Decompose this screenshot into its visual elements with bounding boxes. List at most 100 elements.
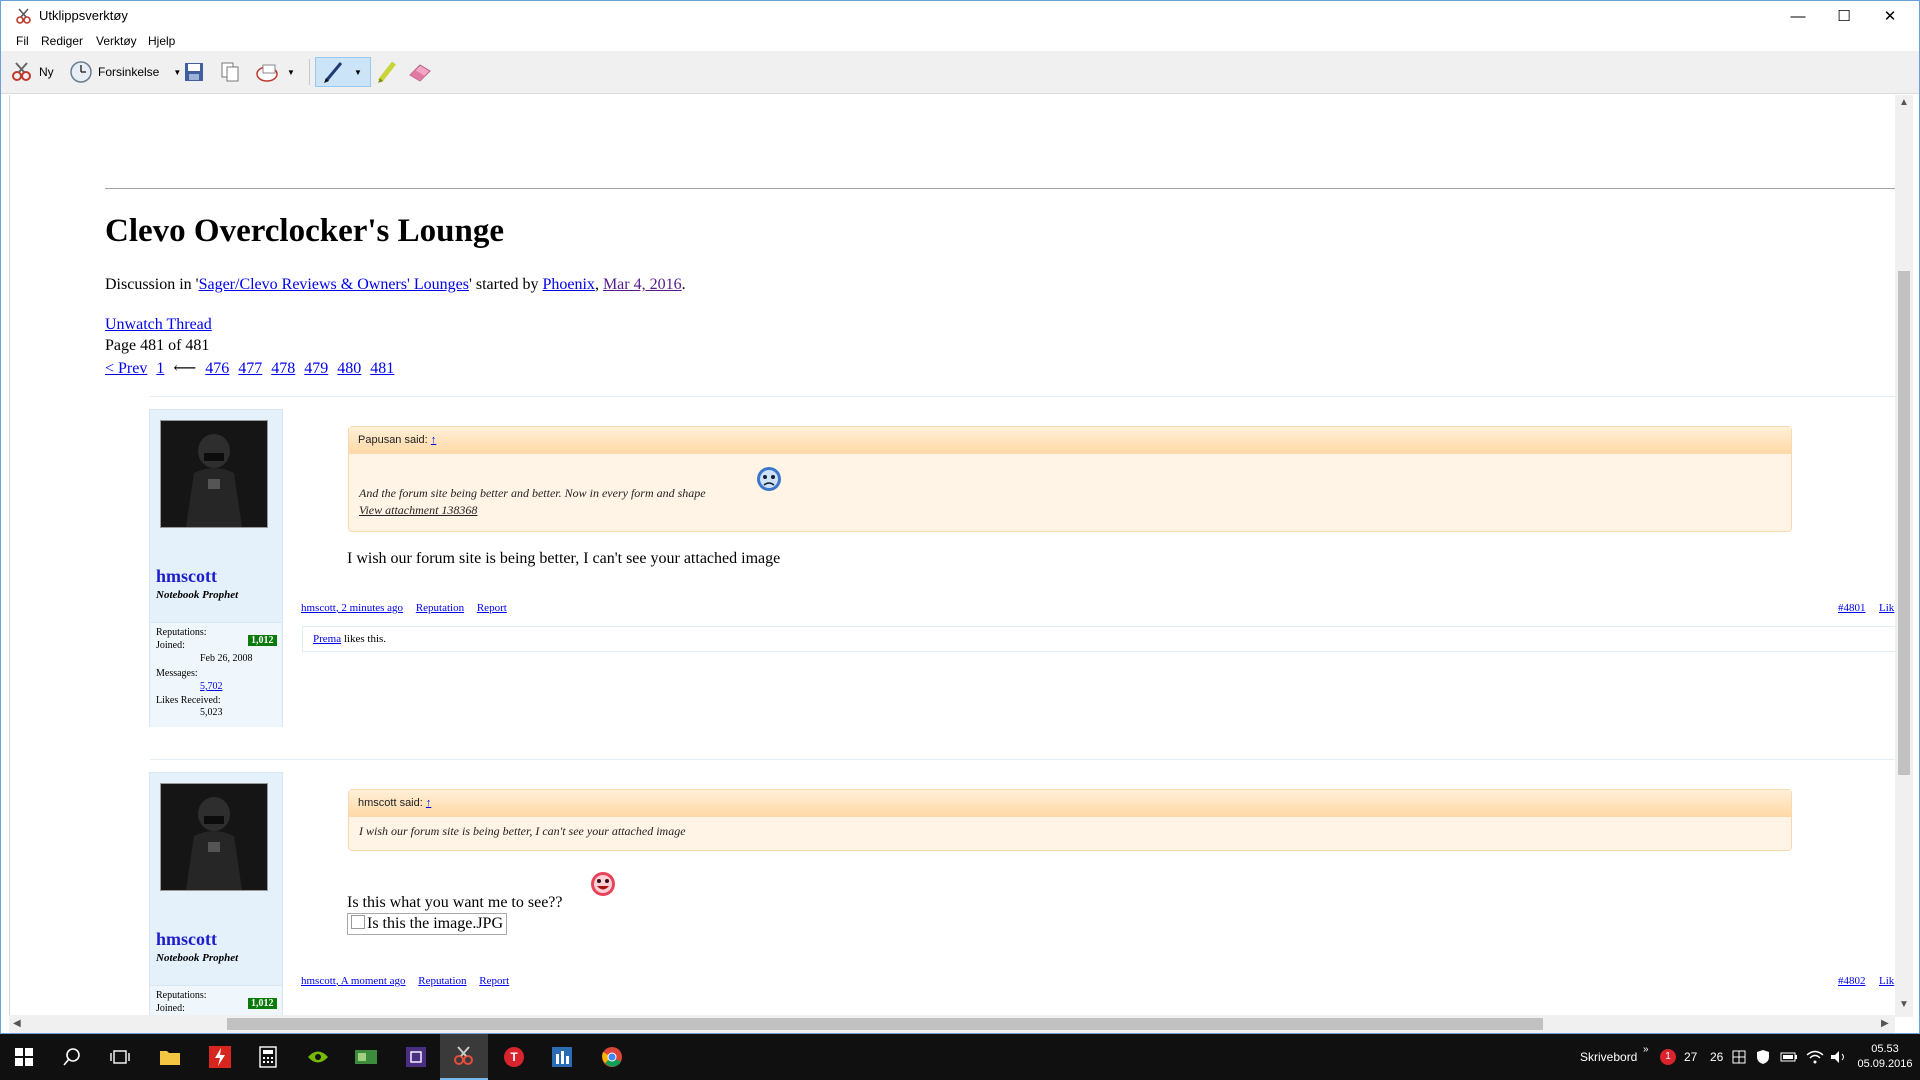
copy-button[interactable] — [219, 57, 241, 87]
scroll-up-icon[interactable]: ▲ — [1899, 97, 1909, 108]
scroll-left-icon[interactable]: ◀ — [13, 1018, 21, 1029]
maximize-button[interactable]: ☐ — [1821, 1, 1867, 31]
username-link[interactable]: hmscott — [156, 929, 217, 950]
cpu-icon — [406, 1047, 426, 1067]
post-author-link[interactable]: hmscott — [301, 975, 336, 987]
monitor-app-button[interactable] — [538, 1034, 586, 1080]
messages-link[interactable]: 5,702 — [200, 681, 223, 692]
save-button[interactable] — [183, 57, 205, 87]
reputation-badge: 1,012 — [248, 998, 277, 1009]
page-link-477[interactable]: 477 — [238, 360, 262, 377]
chrome-button[interactable] — [588, 1034, 636, 1080]
close-button[interactable]: ✕ — [1867, 1, 1913, 31]
page-link-476[interactable]: 476 — [205, 360, 229, 377]
avatar[interactable] — [160, 783, 268, 891]
post-number-link[interactable]: #4801 — [1838, 602, 1866, 614]
liker-link[interactable]: Prema — [313, 633, 341, 645]
chevron-up-icon[interactable]: » — [1643, 1026, 1649, 1072]
gpu-tool-button[interactable] — [342, 1034, 390, 1080]
new-snip-label: Ny — [39, 65, 54, 79]
date-link[interactable]: Mar 4, 2016 — [603, 276, 682, 293]
post-author-link[interactable]: hmscott — [301, 602, 336, 614]
reputation-link[interactable]: Reputation — [416, 602, 464, 614]
menu-hjelp[interactable]: Hjelp — [148, 34, 175, 48]
gpu-temp-value: 26 — [1710, 1050, 1724, 1064]
like-link[interactable]: Lik — [1879, 602, 1894, 614]
desktop-toolbar-label[interactable]: Skrivebord — [1580, 1034, 1637, 1080]
minimize-button[interactable]: — — [1775, 1, 1821, 31]
wifi-icon-button[interactable] — [1806, 1034, 1824, 1080]
scroll-down-icon[interactable]: ▼ — [1899, 999, 1909, 1010]
chevron-down-icon[interactable]: ▼ — [173, 68, 181, 77]
starter-link[interactable]: Phoenix — [542, 276, 594, 293]
joined-label: Joined: — [156, 1003, 185, 1014]
snipping-tool-taskbar-button[interactable] — [440, 1034, 488, 1080]
eraser-button[interactable] — [407, 57, 433, 87]
battery-icon-button[interactable] — [1780, 1034, 1798, 1080]
pen-button[interactable]: ▼ — [315, 57, 371, 87]
grid-icon — [1732, 1050, 1746, 1064]
menu-fil[interactable]: Fil — [16, 34, 29, 48]
vertical-scroll-thumb[interactable] — [1898, 271, 1910, 775]
forum-link[interactable]: Sager/Clevo Reviews & Owners' Lounges — [199, 276, 469, 293]
broken-image[interactable]: Is this the image.JPG — [347, 913, 507, 935]
post-time-link[interactable]: , 2 minutes ago — [336, 602, 403, 614]
throttlestop-button[interactable]: T — [490, 1034, 538, 1080]
report-link[interactable]: Report — [477, 602, 507, 614]
taskbar: T Skrivebord » 1 27 26 05.53 05.09.2016 — [0, 1034, 1920, 1080]
highlighter-button[interactable] — [375, 57, 399, 87]
page-link-1[interactable]: 1 — [156, 360, 164, 377]
page-link-479[interactable]: 479 — [304, 360, 328, 377]
defender-icon[interactable] — [1756, 1034, 1770, 1080]
title-bar[interactable]: Utklippsverktøy — ☐ ✕ — [1, 1, 1919, 31]
horizontal-scroll-thumb[interactable] — [227, 1018, 1543, 1030]
username-link[interactable]: hmscott — [156, 566, 217, 587]
volume-icon-button[interactable] — [1830, 1034, 1848, 1080]
menu-verktoy[interactable]: Verktøy — [96, 34, 137, 48]
avatar[interactable] — [160, 420, 268, 528]
vertical-scrollbar[interactable]: ▲ ▼ — [1895, 95, 1913, 1017]
volume-icon — [1831, 1051, 1844, 1063]
page-link-480[interactable]: 480 — [337, 360, 361, 377]
scroll-right-icon[interactable]: ▶ — [1881, 1018, 1889, 1029]
quote-block: hmscott said: ↑ I wish our forum site is… — [348, 789, 1792, 851]
send-snip-button[interactable]: ▼ — [255, 57, 295, 87]
flash-app-button[interactable] — [196, 1034, 244, 1080]
save-icon — [185, 63, 203, 81]
delay-button[interactable]: Forsinkelse ▼ — [69, 57, 181, 87]
clock[interactable]: 05.53 05.09.2016 — [1856, 1034, 1914, 1080]
pen-icon — [324, 62, 343, 83]
gpu-temp[interactable]: 26 — [1710, 1034, 1723, 1080]
eraser-icon — [409, 64, 431, 82]
cpu-tool-button[interactable] — [392, 1034, 440, 1080]
calculator-button[interactable] — [244, 1034, 292, 1080]
quote-jump-link[interactable]: ↑ — [426, 797, 432, 809]
file-explorer-button[interactable] — [146, 1034, 194, 1080]
start-button[interactable] — [0, 1034, 48, 1080]
like-link[interactable]: Lik — [1879, 975, 1894, 987]
prev-page-link[interactable]: < Prev — [105, 360, 147, 377]
menu-bar: Fil Rediger Verktøy Hjelp — [1, 31, 1919, 51]
horizontal-scrollbar[interactable]: ◀ ▶ — [9, 1015, 1895, 1033]
post-number-link[interactable]: #4802 — [1838, 975, 1866, 987]
new-snip-button[interactable]: Ny — [11, 57, 54, 87]
chevron-down-icon[interactable]: ▼ — [354, 68, 362, 77]
menu-rediger[interactable]: Rediger — [41, 34, 83, 48]
badge-count: 1 — [1660, 1049, 1676, 1065]
quote-jump-link[interactable]: ↑ — [431, 434, 437, 446]
quote-header: hmscott said: ↑ — [349, 790, 1791, 817]
task-view-button[interactable] — [96, 1034, 144, 1080]
page-link-478[interactable]: 478 — [271, 360, 295, 377]
page-link-481[interactable]: 481 — [370, 360, 394, 377]
notification-badge[interactable]: 1 — [1660, 1034, 1676, 1080]
unwatch-thread-link[interactable]: Unwatch Thread — [105, 316, 212, 334]
attachment-link[interactable]: View attachment 138368 — [349, 501, 1791, 518]
cpu-temp[interactable]: 27 — [1684, 1034, 1697, 1080]
report-link[interactable]: Report — [479, 975, 509, 987]
post-time-link[interactable]: , A moment ago — [336, 975, 406, 987]
chevron-down-icon[interactable]: ▼ — [287, 68, 295, 77]
tray-app-icon[interactable] — [1732, 1034, 1746, 1080]
nvidia-button[interactable] — [294, 1034, 342, 1080]
search-button[interactable] — [48, 1034, 96, 1080]
reputation-link[interactable]: Reputation — [418, 975, 466, 987]
